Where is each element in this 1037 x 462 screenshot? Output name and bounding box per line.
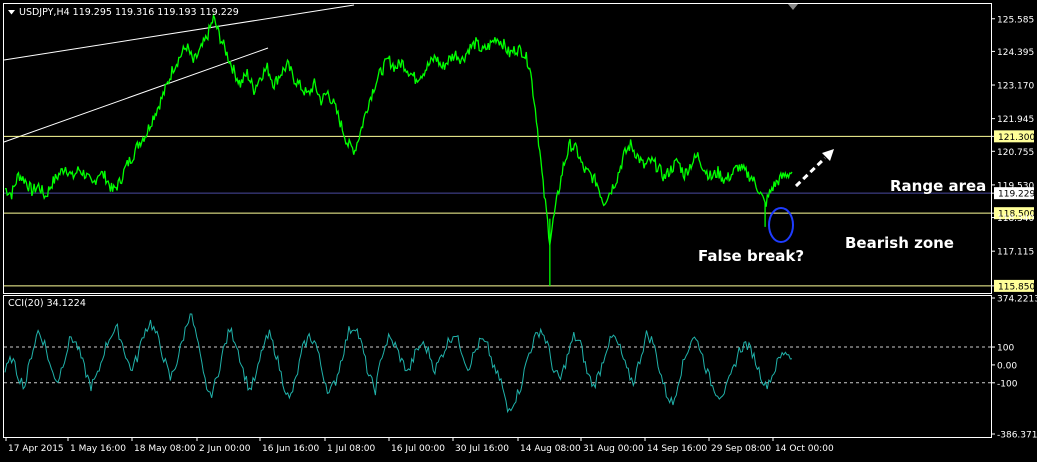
price-tick-label: 121.945 — [997, 115, 1034, 125]
false-break-label: False break? — [698, 247, 804, 265]
x-tick-label: 31 Aug 00:00 — [583, 444, 644, 454]
symbol-menu-icon[interactable] — [8, 10, 15, 15]
price-panel-frame — [3, 3, 992, 294]
cci-series-line — [4, 313, 793, 414]
x-tick-label: 14 Oct 00:00 — [775, 444, 834, 454]
cci-tick-label: 374.2213 — [997, 295, 1037, 305]
price-tick-label: 115.850 — [998, 282, 1035, 292]
price-tick-label: 124.395 — [997, 48, 1034, 58]
dashed-up-arrow[interactable] — [794, 149, 834, 188]
price-tick-label: 120.755 — [997, 148, 1034, 158]
price-tick-label: 121.300 — [998, 133, 1035, 143]
x-tick-label: 1 May 16:00 — [70, 444, 126, 454]
x-tick-label: 1 Jul 08:00 — [327, 444, 376, 454]
symbol-info-text: USDJPY,H4 119.295 119.316 119.193 119.22… — [19, 7, 239, 18]
x-tick-label: 14 Sep 16:00 — [647, 444, 707, 454]
x-tick-label: 2 Jun 00:00 — [199, 444, 251, 454]
range-area-label: Range area — [890, 177, 986, 195]
price-tick-label: 125.585 — [997, 15, 1034, 25]
cci-tick-label: -386.3718 — [997, 431, 1037, 441]
x-tick-label: 30 Jul 16:00 — [455, 444, 509, 454]
x-tick-label: 17 Apr 2015 — [8, 444, 64, 454]
cci-panel-frame — [3, 295, 992, 438]
x-tick-label: 29 Sep 08:00 — [711, 444, 771, 454]
price-series-line — [5, 12, 793, 246]
x-tick-label: 14 Aug 08:00 — [520, 444, 581, 454]
x-tick-label: 16 Jul 00:00 — [391, 444, 445, 454]
cci-tick-label: -100 — [997, 379, 1018, 389]
price-tick-label: 118.340 — [997, 214, 1034, 224]
chart-window[interactable]: 125.585 124.395 123.170 121.945 121.300 120.7… — [0, 0, 1037, 458]
bearish-zone-label: Bearish zone — [845, 234, 954, 252]
price-tick-label: 123.170 — [997, 82, 1034, 92]
chart-shift-marker[interactable] — [788, 4, 798, 10]
x-tick-label: 18 May 08:00 — [134, 444, 196, 454]
cci-tick-label: 100 — [997, 344, 1014, 354]
price-tick-label: 117.115 — [997, 248, 1034, 258]
price-tick-label: 119.229 — [998, 190, 1035, 200]
cci-tick-label: 0.00 — [997, 361, 1017, 371]
cci-info-text: CCI(20) 34.1224 — [8, 298, 86, 309]
chart-canvas[interactable]: 125.585 124.395 123.170 121.945 121.300 120.7… — [0, 0, 1037, 458]
x-tick-label: 16 Jun 16:00 — [262, 444, 319, 454]
